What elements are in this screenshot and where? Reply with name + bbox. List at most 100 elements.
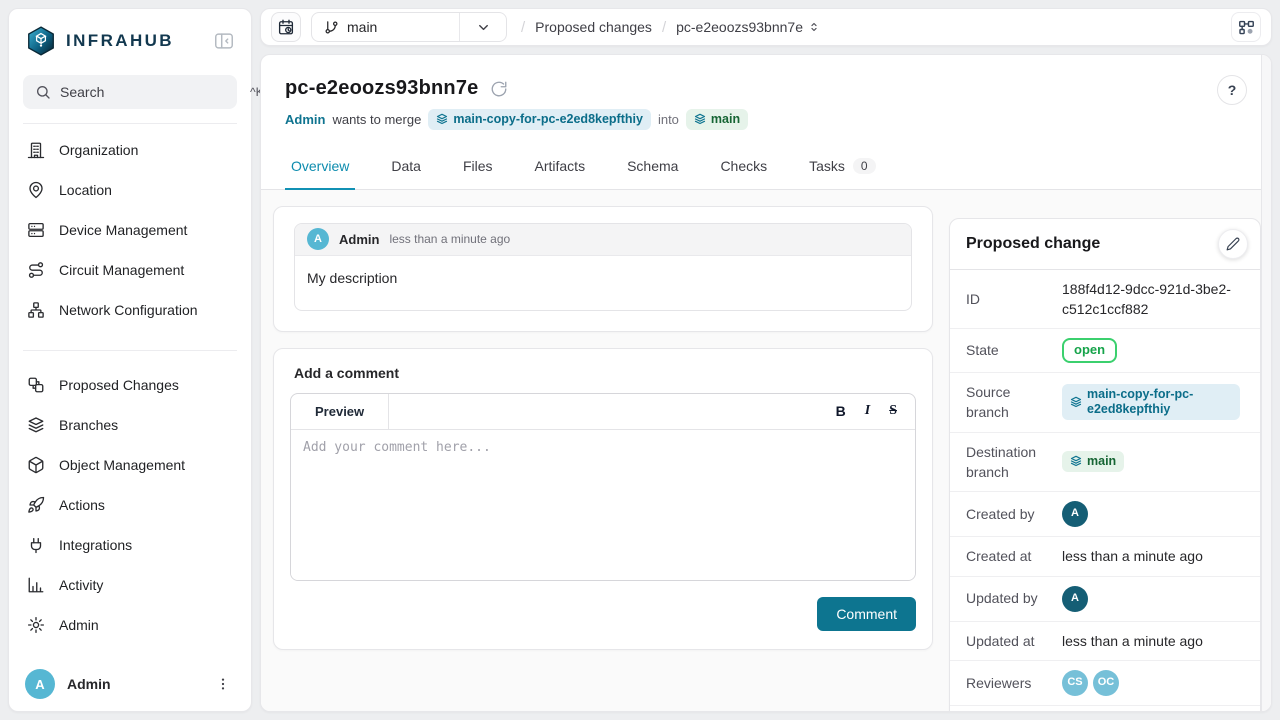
detail-label: State: [966, 340, 1048, 360]
branch-selector[interactable]: main: [311, 12, 507, 42]
detail-label: Source branch: [966, 382, 1048, 423]
detail-label: Reviewers: [966, 673, 1048, 693]
sidebar-item-integrations[interactable]: Integrations: [9, 525, 251, 565]
branch-selector-value: main: [347, 19, 377, 35]
tab-label: Tasks: [809, 158, 845, 174]
avatar[interactable]: A: [1062, 501, 1088, 527]
workflow-button[interactable]: [1231, 12, 1261, 42]
detail-value-id: 188f4d12-9dcc-921d-3be2-c512c1ccf882: [1062, 279, 1244, 320]
detail-row-id: ID 188f4d12-9dcc-921d-3be2-c512c1ccf882: [950, 270, 1260, 330]
sidebar-divider: [23, 123, 237, 124]
add-comment-card: Add a comment Preview B I S Comment: [273, 348, 933, 650]
target-branch-badge[interactable]: main: [686, 109, 748, 130]
source-branch-name: main-copy-for-pc-e2ed8kepfthiy: [1087, 387, 1232, 418]
italic-button[interactable]: I: [865, 403, 870, 419]
tab-checks[interactable]: Checks: [714, 144, 773, 190]
tab-overview[interactable]: Overview: [285, 144, 355, 190]
diff-squares-icon: [27, 376, 45, 394]
avatar[interactable]: A: [1062, 586, 1088, 612]
sidebar-item-branches[interactable]: Branches: [9, 405, 251, 445]
status-badge-open: open: [1062, 338, 1117, 363]
workflow-icon: [1237, 18, 1256, 37]
sidebar-item-actions[interactable]: Actions: [9, 485, 251, 525]
layers-icon: [1070, 455, 1082, 467]
sidebar-item-proposed-changes[interactable]: Proposed Changes: [9, 365, 251, 405]
sidebar-item-object-management[interactable]: Object Management: [9, 445, 251, 485]
search-input-wrapper[interactable]: ^K: [23, 75, 237, 109]
search-input[interactable]: [60, 84, 241, 100]
date-picker-button[interactable]: [271, 12, 301, 42]
sidebar-item-label: Organization: [59, 142, 138, 158]
network-icon: [27, 301, 45, 319]
tab-files[interactable]: Files: [457, 144, 499, 190]
tab-label: Checks: [720, 158, 767, 174]
search-icon: [35, 84, 51, 100]
strikethrough-button[interactable]: S: [889, 403, 897, 419]
sidebar-item-admin[interactable]: Admin: [9, 605, 251, 645]
tab-tasks[interactable]: Tasks 0: [803, 144, 881, 190]
source-branch-badge[interactable]: main-copy-for-pc-e2ed8kepfthiy: [1062, 384, 1240, 420]
editor-toolbar: Preview B I S: [291, 394, 915, 430]
breadcrumb-separator: /: [662, 19, 666, 36]
detail-label: Created at: [966, 546, 1048, 566]
merge-action-text: wants to merge: [332, 112, 421, 127]
tab-preview[interactable]: Preview: [291, 394, 389, 429]
tab-data[interactable]: Data: [385, 144, 427, 190]
tab-schema[interactable]: Schema: [621, 144, 684, 190]
sidebar-item-device-management[interactable]: Device Management: [9, 210, 251, 250]
comment-body: My description: [295, 256, 911, 310]
sidebar-item-label: Branches: [59, 417, 118, 433]
page-title: pc-e2eoozs93bnn7e: [285, 77, 478, 100]
edit-button[interactable]: [1218, 229, 1248, 259]
avatar: A: [307, 228, 329, 250]
avatar[interactable]: OC: [1093, 670, 1119, 696]
question-mark-icon: ?: [1228, 82, 1237, 98]
destination-branch-badge[interactable]: main: [1062, 451, 1124, 472]
sidebar-item-organization[interactable]: Organization: [9, 130, 251, 170]
layers-icon: [27, 416, 45, 434]
layers-icon: [1070, 396, 1082, 408]
map-pin-icon: [27, 181, 45, 199]
route-icon: [27, 261, 45, 279]
sidebar-item-network-configuration[interactable]: Network Configuration: [9, 290, 251, 330]
detail-row-source-branch: Source branch main-copy-for-pc-e2ed8kepf…: [950, 373, 1260, 433]
avatar[interactable]: CS: [1062, 670, 1088, 696]
comment-thread-card: A Admin less than a minute ago My descri…: [273, 206, 933, 332]
tab-label: Overview: [291, 158, 349, 174]
help-button[interactable]: ?: [1217, 75, 1247, 105]
comment-submit-button[interactable]: Comment: [817, 597, 916, 631]
breadcrumb-proposed-changes[interactable]: Proposed changes: [535, 19, 652, 35]
source-branch-name: main-copy-for-pc-e2ed8kepfthiy: [453, 112, 643, 128]
proposed-change-panel: Proposed change ID 188f4d12-9dcc-921d-3b…: [949, 218, 1261, 711]
detail-row-updated-by: Updated by A: [950, 577, 1260, 622]
detail-row-updated-at: Updated at less than a minute ago: [950, 622, 1260, 661]
scrollbar[interactable]: [1261, 55, 1271, 711]
merge-author-link[interactable]: Admin: [285, 112, 325, 127]
comment-textarea[interactable]: [291, 430, 915, 580]
refresh-button[interactable]: [488, 78, 510, 100]
user-menu-button[interactable]: [211, 672, 235, 696]
panel-collapse-icon: [213, 30, 235, 52]
collapse-sidebar-button[interactable]: [211, 28, 237, 54]
sidebar-item-label: Device Management: [59, 222, 187, 238]
detail-value-created-at: less than a minute ago: [1062, 546, 1244, 566]
sidebar-item-label: Integrations: [59, 537, 132, 553]
sidebar-user[interactable]: A Admin: [9, 669, 251, 699]
sidebar-item-activity[interactable]: Activity: [9, 565, 251, 605]
chevron-down-icon: [460, 13, 506, 41]
bold-button[interactable]: B: [836, 403, 846, 419]
breadcrumb-current-selector[interactable]: pc-e2eoozs93bnn7e: [676, 19, 821, 35]
detail-label: Updated at: [966, 631, 1048, 651]
target-branch-name: main: [711, 112, 740, 128]
tab-artifacts[interactable]: Artifacts: [529, 144, 592, 190]
plug-icon: [27, 536, 45, 554]
sidebar-item-location[interactable]: Location: [9, 170, 251, 210]
source-branch-badge[interactable]: main-copy-for-pc-e2ed8kepfthiy: [428, 109, 651, 130]
sidebar-item-circuit-management[interactable]: Circuit Management: [9, 250, 251, 290]
detail-label: ID: [966, 289, 1048, 309]
pencil-icon: [1226, 237, 1240, 251]
detail-row-created-by: Created by A: [950, 492, 1260, 537]
tab-label: Data: [391, 158, 421, 174]
sidebar-item-label: Network Configuration: [59, 302, 198, 318]
detail-row-state: State open: [950, 329, 1260, 373]
